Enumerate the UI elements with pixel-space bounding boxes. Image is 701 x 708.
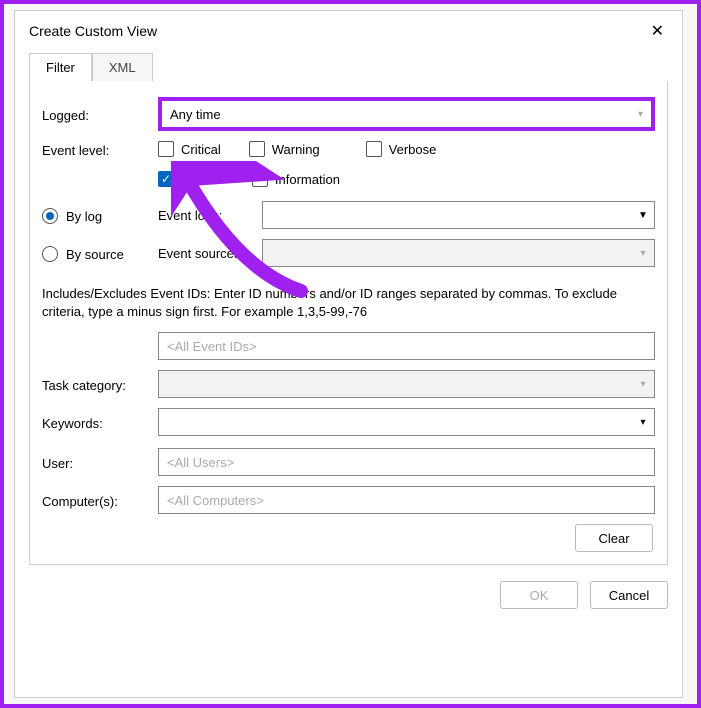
checkbox-box [366, 141, 382, 157]
by-log-label: By log [66, 209, 102, 224]
verbose-label: Verbose [389, 142, 437, 157]
checkbox-box [252, 171, 268, 187]
user-input[interactable]: <All Users> [158, 448, 655, 476]
error-label: Error [181, 172, 210, 187]
ok-button[interactable]: OK [500, 581, 578, 609]
by-log-radio[interactable] [42, 208, 58, 224]
event-logs-label: Event logs: [158, 208, 262, 223]
event-ids-help: Includes/Excludes Event IDs: Enter ID nu… [42, 285, 655, 320]
tab-xml[interactable]: XML [92, 53, 153, 81]
information-label: Information [275, 172, 340, 187]
information-checkbox[interactable]: Information [252, 171, 340, 187]
user-label: User: [42, 454, 158, 471]
event-ids-placeholder: <All Event IDs> [167, 339, 257, 354]
task-category-combo: ▾ [158, 370, 655, 398]
critical-checkbox[interactable]: Critical [158, 141, 221, 157]
checkbox-box [158, 141, 174, 157]
keywords-combo[interactable]: ▾ [158, 408, 655, 436]
task-category-label: Task category: [42, 376, 158, 393]
checkbox-box [249, 141, 265, 157]
computers-input[interactable]: <All Computers> [158, 486, 655, 514]
filter-panel: Logged: Any time ▾ Event level: Critical [29, 81, 668, 565]
event-sources-label: Event sources: [158, 246, 262, 261]
chevron-down-icon: ▾ [636, 379, 650, 390]
cancel-button[interactable]: Cancel [590, 581, 668, 609]
chevron-down-icon: ▼ [636, 210, 650, 221]
logged-label: Logged: [42, 106, 158, 123]
event-sources-combo: ▾ [262, 239, 655, 267]
computers-label: Computer(s): [42, 492, 158, 509]
tabs: Filter XML [29, 53, 668, 81]
chevron-down-icon: ▾ [636, 417, 650, 428]
verbose-checkbox[interactable]: Verbose [366, 141, 437, 157]
error-checkbox[interactable]: ✓ Error [158, 171, 210, 187]
event-logs-combo[interactable]: ▼ [262, 201, 655, 229]
warning-label: Warning [272, 142, 320, 157]
checkbox-box: ✓ [158, 171, 174, 187]
clear-button[interactable]: Clear [575, 524, 653, 552]
dialog-footer: OK Cancel [29, 581, 668, 609]
chevron-down-icon: ▾ [636, 248, 650, 259]
warning-checkbox[interactable]: Warning [249, 141, 320, 157]
chevron-down-icon: ▾ [638, 109, 643, 120]
dialog-titlebar: Create Custom View ✕ [15, 11, 682, 53]
computers-placeholder: <All Computers> [167, 493, 264, 508]
tab-filter[interactable]: Filter [29, 53, 92, 81]
event-ids-input[interactable]: <All Event IDs> [158, 332, 655, 360]
keywords-label: Keywords: [42, 414, 158, 431]
user-placeholder: <All Users> [167, 455, 234, 470]
by-source-radio[interactable] [42, 246, 58, 262]
dialog-title-text: Create Custom View [29, 23, 157, 39]
close-icon[interactable]: ✕ [643, 19, 672, 43]
event-level-label: Event level: [42, 141, 158, 158]
create-custom-view-dialog: Create Custom View ✕ Filter XML Logged: … [14, 10, 683, 698]
logged-select-value: Any time [170, 107, 221, 122]
critical-label: Critical [181, 142, 221, 157]
logged-select[interactable]: Any time ▾ [158, 97, 655, 131]
by-source-label: By source [66, 247, 124, 262]
